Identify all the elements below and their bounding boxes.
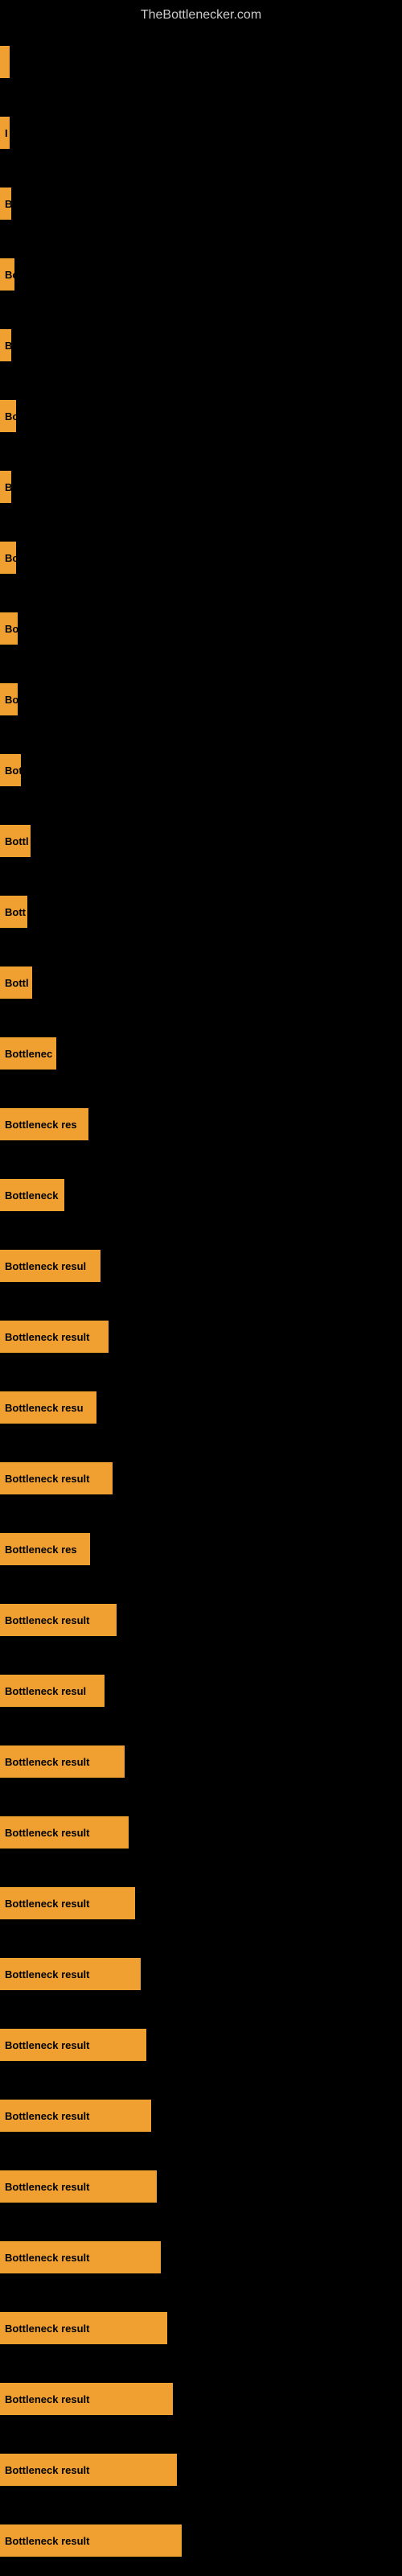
bar-item: Bott	[0, 876, 402, 947]
bar-label: Bottleneck resul	[0, 1675, 105, 1707]
bar-label: Bo	[0, 542, 16, 574]
bar-label: Bo	[0, 258, 14, 291]
bar-item: Bottleneck res	[0, 1514, 402, 1585]
bar-label: Bo	[0, 612, 18, 645]
bar-label: I	[0, 117, 10, 149]
bar-item: Bo	[0, 381, 402, 451]
bar-label: Bottleneck res	[0, 1533, 90, 1565]
bar-item: Bottleneck result	[0, 1726, 402, 1797]
bar-chart: I B Bo B Bo B Bo Bo Bo Bot Bottl Bott Bottl Bottlenec…	[0, 27, 402, 2576]
bar-label: Bot	[0, 754, 21, 786]
bar-item: Bottleneck result	[0, 2009, 402, 2080]
bar-item: Bo	[0, 522, 402, 593]
bar-item: Bottleneck result	[0, 2505, 402, 2576]
bar-label: Bottleneck	[0, 1179, 64, 1211]
bar-label: Bottleneck result	[0, 2241, 161, 2273]
bar-item: Bottleneck result	[0, 2080, 402, 2151]
bar-label: Bottleneck result	[0, 1958, 141, 1990]
bar-label: Bottleneck result	[0, 1887, 135, 1919]
bar-item: Bottleneck result	[0, 1797, 402, 1868]
bar-item: Bot	[0, 735, 402, 806]
bar-item: Bottleneck result	[0, 1939, 402, 2009]
bar-label: Bottleneck result	[0, 1321, 109, 1353]
site-header: TheBottlenecker.com	[0, 0, 402, 27]
bar-label: Bottleneck result	[0, 2524, 182, 2557]
bar-label	[0, 46, 10, 78]
bar-item: Bottleneck result	[0, 2151, 402, 2222]
bar-item: Bottleneck result	[0, 2364, 402, 2434]
bar-label: Bottl	[0, 825, 31, 857]
bar-label: Bottleneck result	[0, 2312, 167, 2344]
bar-label: Bottl	[0, 967, 32, 999]
bar-item: Bottleneck	[0, 1160, 402, 1230]
bar-item: Bottleneck resul	[0, 1230, 402, 1301]
bar-item: Bottleneck res	[0, 1089, 402, 1160]
bar-label: Bottleneck res	[0, 1108, 88, 1140]
bar-item: Bo	[0, 664, 402, 735]
bar-item: Bo	[0, 239, 402, 310]
site-title: TheBottlenecker.com	[0, 0, 402, 27]
bar-label: Bottleneck resul	[0, 1250, 100, 1282]
bar-label: Bottlenec	[0, 1037, 56, 1070]
bar-label: Bottleneck result	[0, 1816, 129, 1849]
bar-item: Bo	[0, 593, 402, 664]
bar-item: Bottleneck resul	[0, 1655, 402, 1726]
bar-item: Bottleneck result	[0, 1868, 402, 1939]
bar-item: Bottleneck result	[0, 2293, 402, 2364]
bar-label: Bottleneck result	[0, 2383, 173, 2415]
bar-label: Bo	[0, 683, 18, 715]
bar-label: Bottleneck result	[0, 1462, 113, 1494]
bar-label: B	[0, 471, 11, 503]
bar-label: Bo	[0, 400, 16, 432]
bar-label: B	[0, 329, 11, 361]
bar-item: Bottl	[0, 947, 402, 1018]
bar-label: Bottleneck result	[0, 1604, 117, 1636]
bar-item: Bottleneck resu	[0, 1372, 402, 1443]
bar-item: B	[0, 451, 402, 522]
bar-label: Bottleneck result	[0, 1745, 125, 1778]
bar-label: Bottleneck result	[0, 2029, 146, 2061]
bar-label: Bottleneck resu	[0, 1391, 96, 1424]
bar-label: Bott	[0, 896, 27, 928]
bar-item: B	[0, 310, 402, 381]
bar-item: Bottleneck result	[0, 1585, 402, 1655]
bar-item: Bottl	[0, 806, 402, 876]
bar-item: I	[0, 97, 402, 168]
bar-label: Bottleneck result	[0, 2170, 157, 2203]
bar-label: Bottleneck result	[0, 2100, 151, 2132]
bar-label: B	[0, 188, 11, 220]
bar-item: Bottleneck result	[0, 2222, 402, 2293]
bar-item	[0, 27, 402, 97]
bar-item: Bottleneck result	[0, 2434, 402, 2505]
bar-item: Bottleneck result	[0, 1443, 402, 1514]
bar-item: Bottlenec	[0, 1018, 402, 1089]
bar-label: Bottleneck result	[0, 2454, 177, 2486]
bar-item: Bottleneck result	[0, 1301, 402, 1372]
bar-item: B	[0, 168, 402, 239]
